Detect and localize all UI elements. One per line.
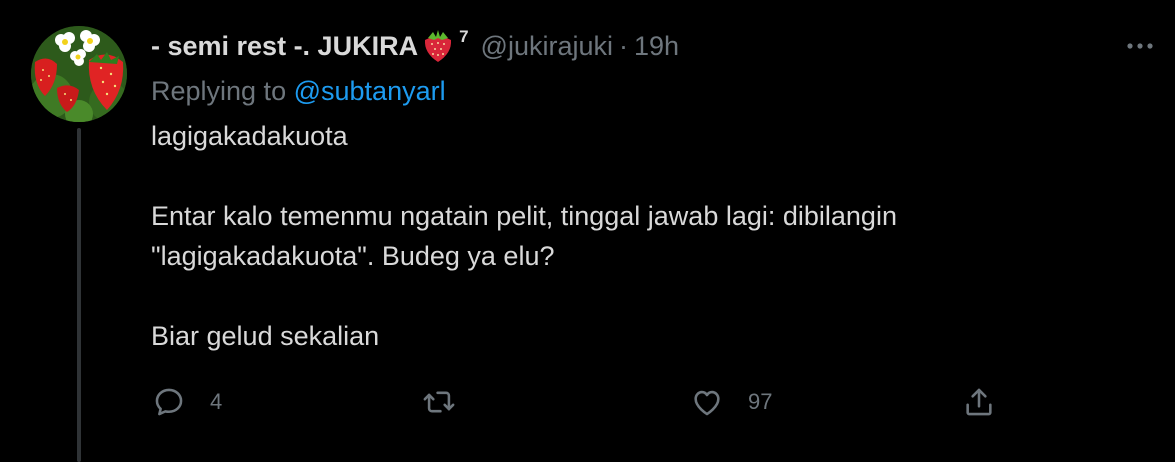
tweet: - semi rest -. JUKIRA 7 @jukirajuki · 19… bbox=[0, 0, 1175, 462]
tweet-text-line: "lagigakadakuota". Budeg ya elu? bbox=[151, 241, 555, 271]
like-icon bbox=[694, 390, 720, 416]
retweet-icon bbox=[423, 391, 455, 413]
tweet-text-line: lagigakadakuota bbox=[151, 121, 348, 151]
reply-count: 4 bbox=[210, 389, 223, 414]
more-button[interactable] bbox=[1120, 32, 1160, 60]
share-icon bbox=[966, 388, 992, 416]
avatar[interactable] bbox=[31, 26, 127, 122]
like-button[interactable]: 97 bbox=[690, 382, 772, 422]
strawberry-emoji bbox=[422, 29, 454, 63]
replying-to: Replying to @subtanyarl bbox=[151, 76, 446, 107]
like-count: 97 bbox=[748, 389, 773, 414]
timestamp[interactable]: 19h bbox=[634, 31, 679, 62]
share-button[interactable] bbox=[962, 382, 996, 422]
separator-dot: · bbox=[619, 30, 628, 61]
tweet-text-line: Entar kalo temenmu ngatain pelit, tingga… bbox=[151, 201, 897, 231]
name-superscript: 7 bbox=[459, 27, 469, 46]
display-name[interactable]: - semi rest -. JUKIRA bbox=[151, 31, 418, 62]
reply-button[interactable]: 4 bbox=[152, 382, 222, 422]
tweet-text-line: Biar gelud sekalian bbox=[151, 321, 380, 351]
tweet-header: - semi rest -. JUKIRA 7 @jukirajuki · 19… bbox=[151, 27, 679, 64]
replying-mention[interactable]: @subtanyarl bbox=[294, 76, 446, 106]
replying-prefix: Replying to bbox=[151, 76, 287, 106]
thread-line bbox=[77, 128, 81, 462]
user-handle[interactable]: @jukirajuki bbox=[481, 31, 613, 62]
more-icon bbox=[1127, 43, 1153, 49]
retweet-button[interactable] bbox=[422, 382, 456, 422]
reply-icon bbox=[155, 388, 183, 416]
